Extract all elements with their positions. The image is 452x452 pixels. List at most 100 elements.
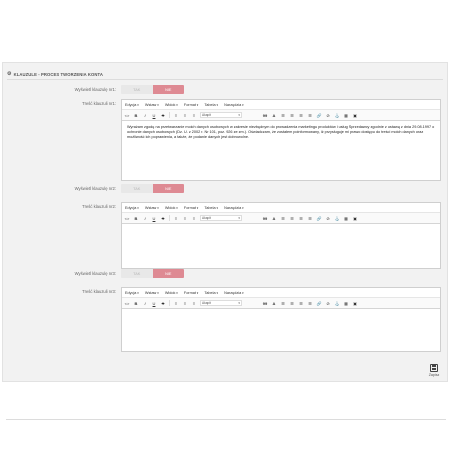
editor-menu-item[interactable]: Narzędzia <box>224 103 244 107</box>
editor-menu-item[interactable]: Tabela <box>204 103 218 107</box>
indent-icon[interactable]: ☰ <box>307 301 313 306</box>
save-button[interactable]: Zapisz <box>426 364 442 377</box>
italic-button[interactable]: I <box>142 113 148 118</box>
editor-menu-item[interactable]: Wstaw <box>145 291 159 295</box>
underline-button[interactable]: U <box>151 113 157 118</box>
toggle-yes-option[interactable]: TAK <box>121 269 153 278</box>
align-center-icon[interactable]: ≡ <box>182 216 188 221</box>
numbered-list-icon[interactable]: ☰ <box>289 301 295 306</box>
editor-menu-item[interactable]: Format <box>184 103 199 107</box>
strikethrough-button[interactable]: S <box>160 301 166 306</box>
outdent-icon[interactable]: ☰ <box>298 301 304 306</box>
text-color-button[interactable]: A <box>271 216 277 221</box>
toggle-no-option[interactable]: NIE <box>152 269 184 278</box>
bullet-list-icon[interactable]: ☰ <box>280 216 286 221</box>
editor-menu-item[interactable]: Wstaw <box>145 103 159 107</box>
editor-menu-item[interactable]: Edycja <box>125 103 139 107</box>
blockquote-button[interactable]: 99 <box>262 113 268 118</box>
image-icon[interactable]: ▣ <box>352 113 358 118</box>
text-color-button[interactable]: A <box>271 301 277 306</box>
rich-text-editor[interactable]: Edycja Wstaw Widok Format Tabela Narzędzia <>B… <box>121 202 441 269</box>
blockquote-button[interactable]: 99 <box>262 216 268 221</box>
align-left-icon[interactable]: ≡ <box>173 301 179 306</box>
editor-menu-item[interactable]: Narzędzia <box>224 206 244 210</box>
editor-menu-item[interactable]: Wstaw <box>145 206 159 210</box>
editor-menu-item[interactable]: Format <box>184 206 199 210</box>
format-select[interactable]: Akapit ▾ <box>200 300 242 306</box>
anchor-icon[interactable]: ⚓ <box>334 216 340 221</box>
source-code-button[interactable]: <> <box>124 216 130 221</box>
clause-content-label: Treść klauzuli nr3: <box>82 289 116 294</box>
editor-menu-item[interactable]: Tabela <box>204 206 218 210</box>
editor-menu-item[interactable]: Widok <box>165 291 178 295</box>
editor-menu-item[interactable]: Edycja <box>125 206 139 210</box>
bullet-list-icon[interactable]: ☰ <box>280 113 286 118</box>
bullet-list-icon[interactable]: ☰ <box>280 301 286 306</box>
outdent-icon[interactable]: ☰ <box>298 216 304 221</box>
editor-content[interactable] <box>122 309 440 317</box>
format-select[interactable]: Akapit ▾ <box>200 215 242 221</box>
editor-menu-item[interactable]: Edycja <box>125 291 139 295</box>
bold-button[interactable]: B <box>133 301 139 306</box>
show-clause-toggle[interactable]: TAK NIE <box>121 184 184 193</box>
text-color-button[interactable]: A <box>271 113 277 118</box>
align-right-icon[interactable]: ≡ <box>191 216 197 221</box>
image-icon[interactable]: ▣ <box>352 216 358 221</box>
anchor-icon[interactable]: ⚓ <box>334 113 340 118</box>
media-icon[interactable]: ▦ <box>343 113 349 118</box>
toolbar-divider <box>169 112 170 118</box>
strikethrough-button[interactable]: S <box>160 113 166 118</box>
editor-content[interactable] <box>122 224 440 232</box>
toggle-yes-option[interactable]: TAK <box>121 85 153 94</box>
numbered-list-icon[interactable]: ☰ <box>289 113 295 118</box>
anchor-icon[interactable]: ⚓ <box>334 301 340 306</box>
link-icon[interactable]: 🔗 <box>316 113 322 118</box>
media-icon[interactable]: ▦ <box>343 216 349 221</box>
blockquote-button[interactable]: 99 <box>262 301 268 306</box>
image-icon[interactable]: ▣ <box>352 301 358 306</box>
editor-menu-item[interactable]: Narzędzia <box>224 291 244 295</box>
rich-text-editor[interactable]: Edycja Wstaw Widok Format Tabela Narzędzia <>B… <box>121 99 441 181</box>
rich-text-editor[interactable]: Edycja Wstaw Widok Format Tabela Narzędzia <>B… <box>121 287 441 352</box>
italic-button[interactable]: I <box>142 301 148 306</box>
toggle-no-option[interactable]: NIE <box>152 184 184 193</box>
bold-button[interactable]: B <box>133 113 139 118</box>
underline-button[interactable]: U <box>151 216 157 221</box>
show-clause-toggle[interactable]: TAK NIE <box>121 85 184 94</box>
align-center-icon[interactable]: ≡ <box>182 301 188 306</box>
indent-icon[interactable]: ☰ <box>307 216 313 221</box>
bold-button[interactable]: B <box>133 216 139 221</box>
italic-button[interactable]: I <box>142 216 148 221</box>
align-left-icon[interactable]: ≡ <box>173 113 179 118</box>
editor-menu-item[interactable]: Tabela <box>204 291 218 295</box>
link-icon[interactable]: 🔗 <box>316 216 322 221</box>
editor-menu-item[interactable]: Widok <box>165 103 178 107</box>
align-right-icon[interactable]: ≡ <box>191 301 197 306</box>
toggle-no-option[interactable]: NIE <box>152 85 184 94</box>
align-left-icon[interactable]: ≡ <box>173 216 179 221</box>
outdent-icon[interactable]: ☰ <box>298 113 304 118</box>
indent-icon[interactable]: ☰ <box>307 113 313 118</box>
panel-title: KLAUZULE - PROCES TWORZENIA KONTA <box>13 71 103 77</box>
editor-content[interactable]: Wyrażam zgodę na przetwarzanie moich dan… <box>122 121 440 144</box>
numbered-list-icon[interactable]: ☰ <box>289 216 295 221</box>
format-select[interactable]: Akapit ▾ <box>200 112 242 118</box>
editor-menu-item[interactable]: Format <box>184 291 199 295</box>
chevron-down-icon: ▾ <box>238 301 240 305</box>
divider <box>7 79 443 80</box>
format-select-value: Akapit <box>202 216 211 220</box>
toggle-yes-option[interactable]: TAK <box>121 184 153 193</box>
unlink-icon[interactable]: ⊘ <box>325 216 331 221</box>
link-icon[interactable]: 🔗 <box>316 301 322 306</box>
media-icon[interactable]: ▦ <box>343 301 349 306</box>
underline-button[interactable]: U <box>151 301 157 306</box>
editor-menu-item[interactable]: Widok <box>165 206 178 210</box>
show-clause-toggle[interactable]: TAK NIE <box>121 269 184 278</box>
unlink-icon[interactable]: ⊘ <box>325 113 331 118</box>
strikethrough-button[interactable]: S <box>160 216 166 221</box>
align-center-icon[interactable]: ≡ <box>182 113 188 118</box>
unlink-icon[interactable]: ⊘ <box>325 301 331 306</box>
align-right-icon[interactable]: ≡ <box>191 113 197 118</box>
source-code-button[interactable]: <> <box>124 301 130 306</box>
source-code-button[interactable]: <> <box>124 113 130 118</box>
